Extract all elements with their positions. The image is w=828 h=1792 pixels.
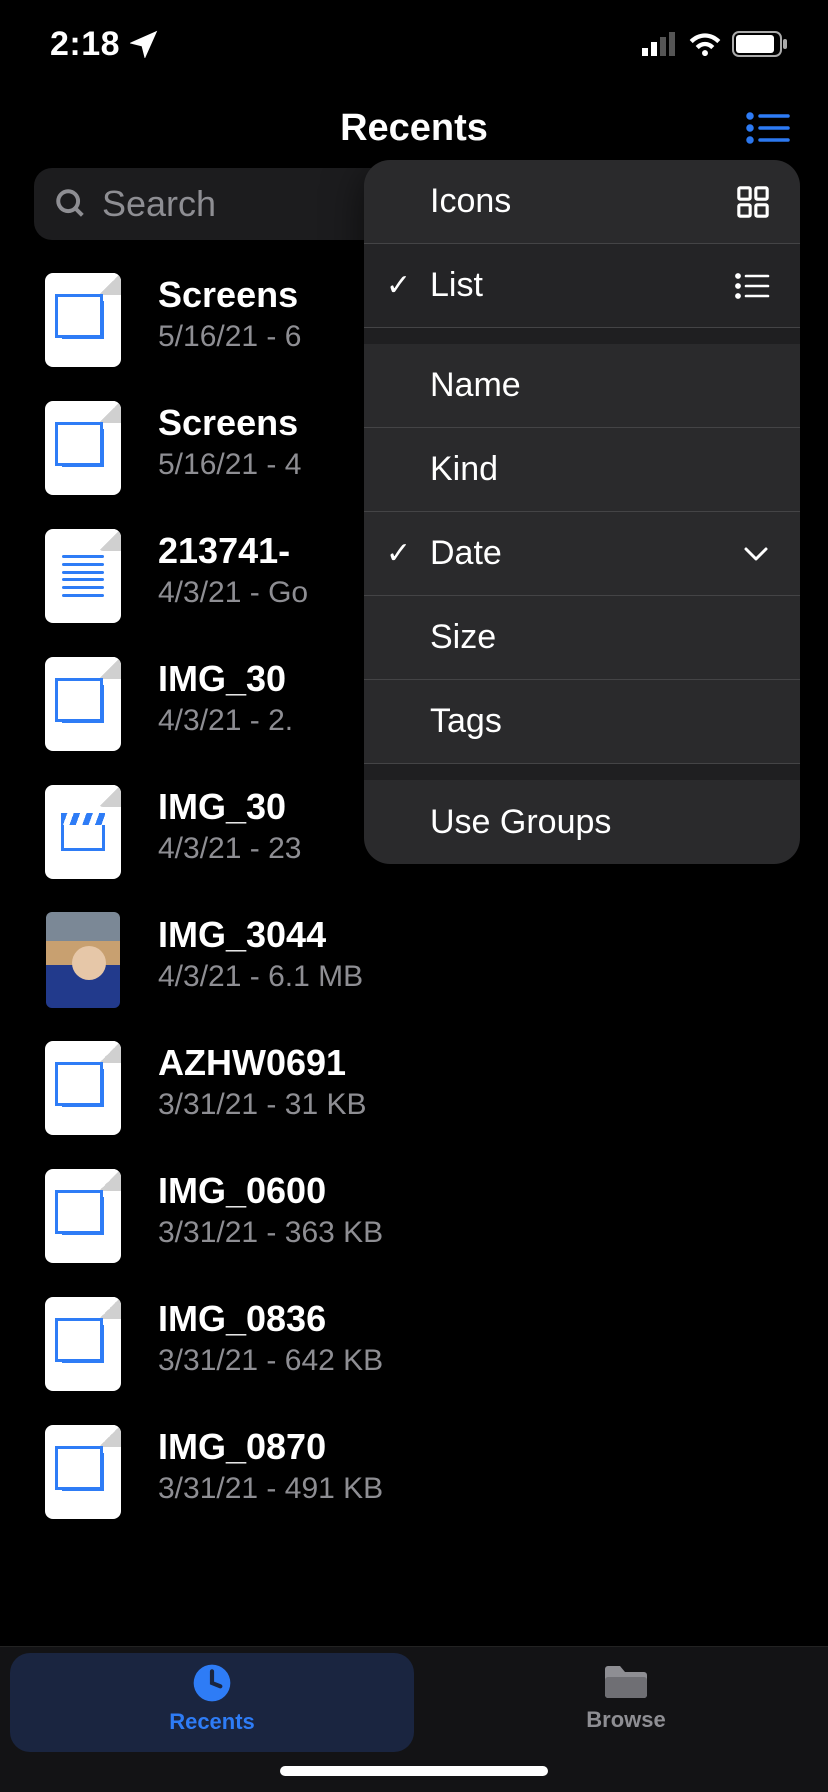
header: Recents xyxy=(0,88,828,168)
file-thumbnail xyxy=(44,656,122,752)
file-name: IMG_0870 xyxy=(158,1426,800,1468)
file-thumbnail xyxy=(44,784,122,880)
chevron-down-icon xyxy=(742,545,770,563)
file-thumbnail xyxy=(44,528,122,624)
file-row[interactable]: IMG_0870 3/31/21 - 491 KB xyxy=(0,1408,828,1536)
tab-label: Browse xyxy=(586,1707,665,1733)
file-thumbnail xyxy=(44,1168,122,1264)
menu-item-date[interactable]: ✓ Date xyxy=(364,512,800,596)
menu-item-size[interactable]: Size xyxy=(364,596,800,680)
menu-item-name[interactable]: Name xyxy=(364,344,800,428)
file-meta: 3/31/21 - 363 KB xyxy=(158,1216,800,1250)
tab-recents[interactable]: Recents xyxy=(10,1653,414,1752)
menu-label: Kind xyxy=(430,450,498,489)
status-bar: 2:18 xyxy=(0,0,828,88)
file-text: IMG_3044 4/3/21 - 6.1 MB xyxy=(158,910,800,1010)
file-row[interactable]: IMG_3044 4/3/21 - 6.1 MB xyxy=(0,896,828,1024)
file-thumbnail xyxy=(44,1424,122,1520)
folder-icon xyxy=(603,1663,649,1701)
file-thumbnail xyxy=(44,912,122,1008)
file-thumbnail xyxy=(44,1040,122,1136)
grid-icon xyxy=(736,185,770,219)
menu-label: Tags xyxy=(430,702,502,741)
file-text: IMG_0836 3/31/21 - 642 KB xyxy=(158,1294,800,1394)
menu-item-list[interactable]: ✓ List xyxy=(364,244,800,328)
list-icon xyxy=(734,272,770,300)
file-name: IMG_0836 xyxy=(158,1298,800,1340)
file-text: AZHW0691 3/31/21 - 31 KB xyxy=(158,1038,800,1138)
status-time: 2:18 xyxy=(50,25,120,64)
page-title: Recents xyxy=(340,107,488,150)
menu-item-kind[interactable]: Kind xyxy=(364,428,800,512)
file-thumbnail xyxy=(44,272,122,368)
menu-label: Icons xyxy=(430,182,511,221)
file-name: IMG_3044 xyxy=(158,914,800,956)
search-placeholder: Search xyxy=(102,183,216,225)
cellular-icon xyxy=(642,32,678,56)
menu-label: Size xyxy=(430,618,496,657)
file-meta: 3/31/21 - 642 KB xyxy=(158,1344,800,1378)
wifi-icon xyxy=(688,32,722,56)
menu-item-use-groups[interactable]: Use Groups xyxy=(364,780,800,864)
menu-label: Date xyxy=(430,534,502,573)
checkmark-icon: ✓ xyxy=(386,536,411,571)
file-thumbnail xyxy=(44,400,122,496)
file-text: IMG_0600 3/31/21 - 363 KB xyxy=(158,1166,800,1266)
file-meta: 4/3/21 - 6.1 MB xyxy=(158,960,800,994)
status-left: 2:18 xyxy=(50,25,158,64)
checkmark-icon: ✓ xyxy=(386,268,411,303)
file-row[interactable]: IMG_0600 3/31/21 - 363 KB xyxy=(0,1152,828,1280)
menu-separator xyxy=(364,764,800,780)
view-options-menu: Icons ✓ List Name Kind ✓ Date Size Tags … xyxy=(364,160,800,864)
home-indicator[interactable] xyxy=(280,1766,548,1776)
file-meta: 3/31/21 - 31 KB xyxy=(158,1088,800,1122)
menu-label: Use Groups xyxy=(430,803,611,842)
search-icon xyxy=(54,187,88,221)
file-thumbnail xyxy=(44,1296,122,1392)
menu-item-icons[interactable]: Icons xyxy=(364,160,800,244)
menu-label: Name xyxy=(430,366,521,405)
file-meta: 3/31/21 - 491 KB xyxy=(158,1472,800,1506)
status-right xyxy=(642,31,788,57)
location-icon xyxy=(130,30,158,58)
menu-separator xyxy=(364,328,800,344)
menu-label: List xyxy=(430,266,483,305)
file-name: AZHW0691 xyxy=(158,1042,800,1084)
file-name: IMG_0600 xyxy=(158,1170,800,1212)
clock-icon xyxy=(192,1663,232,1703)
view-options-button[interactable] xyxy=(744,110,792,146)
file-row[interactable]: AZHW0691 3/31/21 - 31 KB xyxy=(0,1024,828,1152)
file-text: IMG_0870 3/31/21 - 491 KB xyxy=(158,1422,800,1522)
tab-label: Recents xyxy=(169,1709,255,1735)
menu-item-tags[interactable]: Tags xyxy=(364,680,800,764)
file-row[interactable]: IMG_0836 3/31/21 - 642 KB xyxy=(0,1280,828,1408)
battery-icon xyxy=(732,31,788,57)
